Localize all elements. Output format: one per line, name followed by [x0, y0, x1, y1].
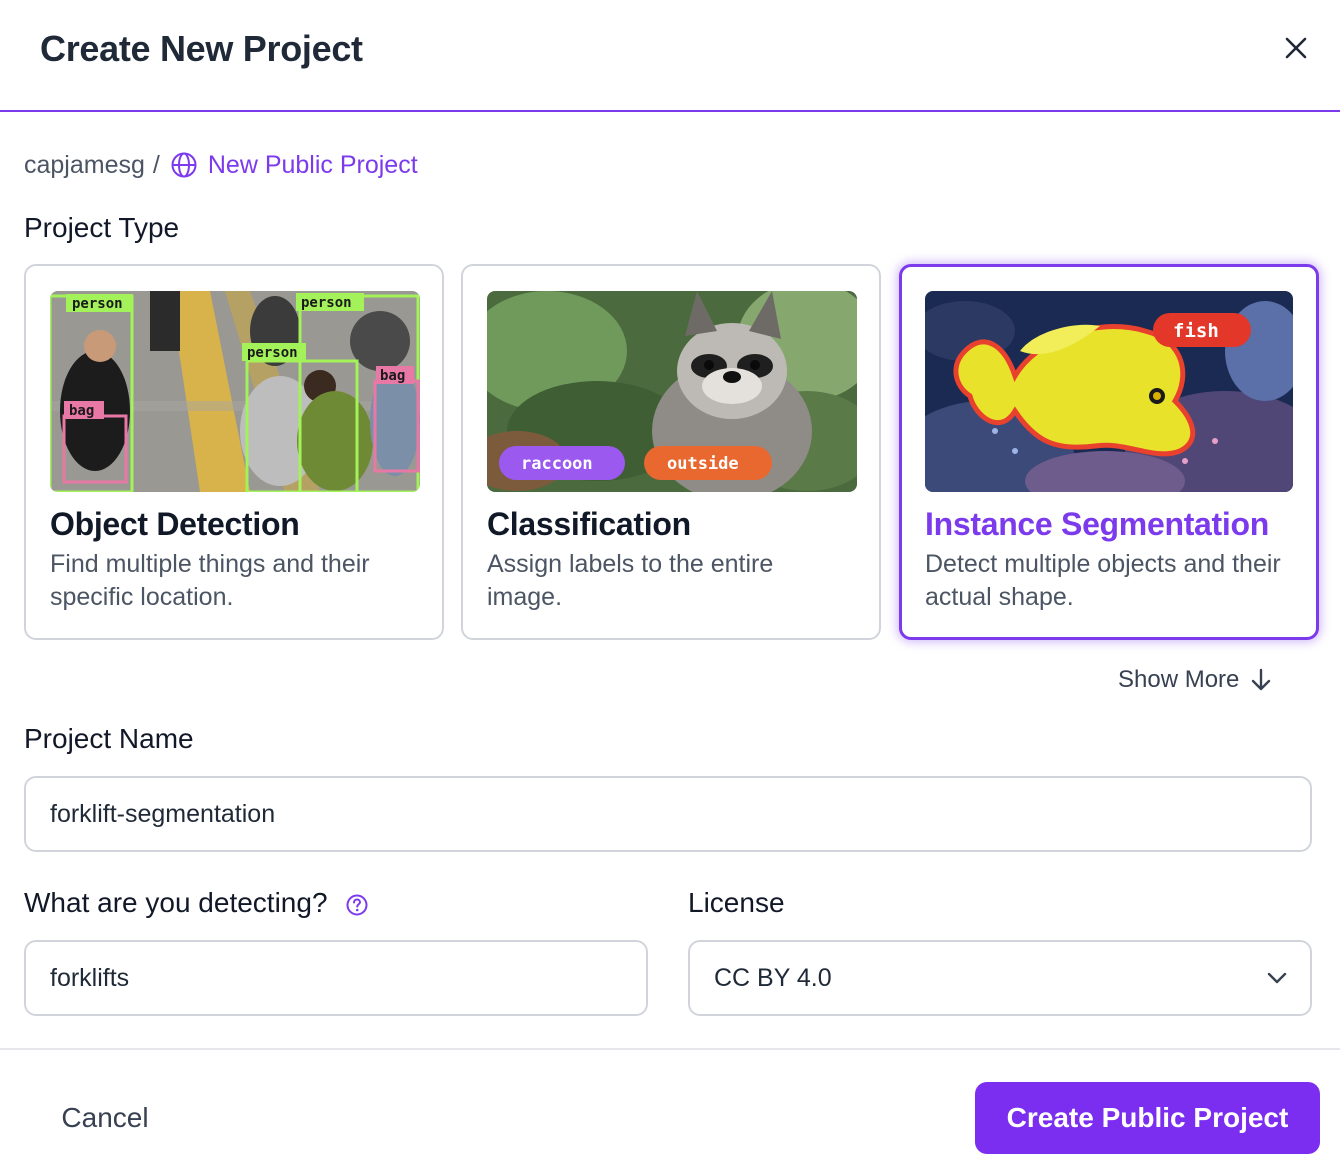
tag-person: person	[301, 295, 352, 311]
project-type-card-classification[interactable]: raccoon outside Classification Assign la…	[461, 264, 881, 640]
close-icon	[1285, 37, 1307, 59]
breadcrumb: capjamesg / New Public Project	[24, 148, 418, 182]
classification-image: raccoon outside	[487, 291, 857, 492]
close-button[interactable]	[1276, 28, 1316, 68]
card-description: Find multiple things and their specific …	[50, 550, 370, 611]
footer-divider	[0, 1048, 1340, 1050]
globe-icon	[170, 151, 198, 179]
card-title: Object Detection	[50, 506, 300, 542]
dialog-title: Create New Project	[40, 28, 363, 69]
create-public-project-button[interactable]: Create Public Project	[975, 1082, 1320, 1154]
show-more-button[interactable]: Show More	[1118, 662, 1273, 698]
license-value: CC BY 4.0	[714, 963, 832, 992]
project-type-card-instance-segmentation[interactable]: fish Instance Segmentation Detect multip…	[899, 264, 1319, 640]
project-name-input[interactable]: forklift-segmentation	[24, 776, 1312, 852]
project-type-label: Project Type	[24, 212, 180, 243]
detecting-input[interactable]: forklifts	[24, 940, 648, 1016]
card-title: Classification	[487, 506, 691, 542]
card-title: Instance Segmentation	[925, 506, 1269, 542]
cancel-button[interactable]: Cancel	[34, 1084, 176, 1152]
card-description: Detect multiple objects and their actual…	[925, 550, 1281, 611]
tag-outside: outside	[667, 454, 739, 474]
card-description: Assign labels to the entire image.	[487, 550, 774, 611]
project-type-card-object-detection[interactable]: person person person bag bag Object Dete…	[24, 264, 444, 640]
detecting-value: forklifts	[50, 963, 130, 992]
detecting-label: What are you detecting?	[24, 887, 369, 919]
object-detection-image: person person person bag bag	[50, 291, 420, 492]
project-name-label: Project Name	[24, 723, 194, 754]
show-more-label: Show More	[1118, 666, 1240, 693]
help-circle-icon[interactable]	[345, 893, 369, 917]
license-select[interactable]: CC BY 4.0	[688, 940, 1312, 1016]
dialog-header: Create New Project	[0, 0, 1340, 112]
tag-fish: fish	[1173, 320, 1219, 342]
breadcrumb-separator: /	[152, 150, 160, 179]
tag-bag: bag	[380, 368, 405, 384]
breadcrumb-project-name[interactable]: New Public Project	[208, 151, 418, 180]
breadcrumb-user[interactable]: capjamesg	[24, 151, 145, 180]
tag-person: person	[72, 296, 123, 312]
chevron-down-icon	[1266, 966, 1288, 990]
tag-bag: bag	[69, 403, 94, 419]
detecting-label-text: What are you detecting?	[24, 887, 328, 918]
arrow-down-icon	[1249, 667, 1273, 693]
instance-segmentation-image: fish	[925, 291, 1293, 492]
project-name-value: forklift-segmentation	[50, 799, 276, 828]
tag-raccoon: raccoon	[521, 454, 593, 474]
license-label: License	[688, 887, 785, 918]
tag-person: person	[247, 345, 298, 361]
